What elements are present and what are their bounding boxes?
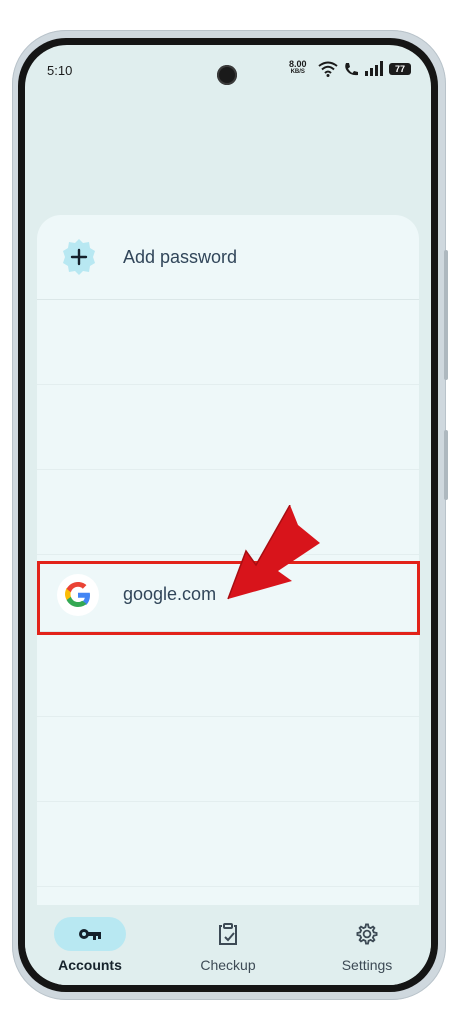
network-speed-unit: KB/S — [290, 69, 305, 75]
wifi-icon — [318, 61, 338, 77]
empty-row — [37, 802, 419, 887]
plus-icon — [63, 239, 95, 275]
empty-row — [37, 632, 419, 717]
key-icon — [79, 929, 101, 940]
empty-row — [37, 385, 419, 470]
battery-icon: 77 — [389, 63, 411, 75]
add-password-label: Add password — [123, 246, 238, 267]
network-speed: 8.00 KB/S — [289, 60, 307, 76]
pointer-arrow-icon — [227, 505, 320, 600]
list-item-label: google.com — [123, 584, 217, 604]
bottom-navigation: Accounts Checkup Settings — [25, 905, 431, 985]
empty-row — [37, 300, 419, 385]
nav-checkup-pill — [192, 917, 264, 951]
nav-accounts-pill — [54, 917, 126, 951]
nav-settings[interactable]: Settings — [312, 917, 422, 973]
google-logo-icon — [57, 573, 99, 616]
nav-checkup[interactable]: Checkup — [173, 917, 283, 973]
status-time: 5:10 — [47, 63, 73, 78]
gear-icon — [356, 923, 378, 945]
empty-row — [37, 717, 419, 802]
volume-button — [444, 250, 448, 380]
nav-settings-label: Settings — [341, 957, 393, 973]
status-bar: 5:10 8.00 KB/S 77 — [25, 45, 431, 95]
nav-accounts-label: Accounts — [58, 957, 122, 973]
signal-icon — [365, 61, 383, 76]
nav-settings-pill — [331, 917, 403, 951]
wifi-calling-icon — [345, 63, 358, 76]
nav-accounts[interactable]: Accounts — [35, 917, 145, 973]
add-password-button[interactable]: Add password — [37, 215, 419, 300]
clipboard-check-icon — [219, 923, 237, 945]
power-button — [444, 430, 448, 500]
front-camera — [217, 65, 237, 85]
nav-checkup-label: Checkup — [200, 957, 256, 973]
